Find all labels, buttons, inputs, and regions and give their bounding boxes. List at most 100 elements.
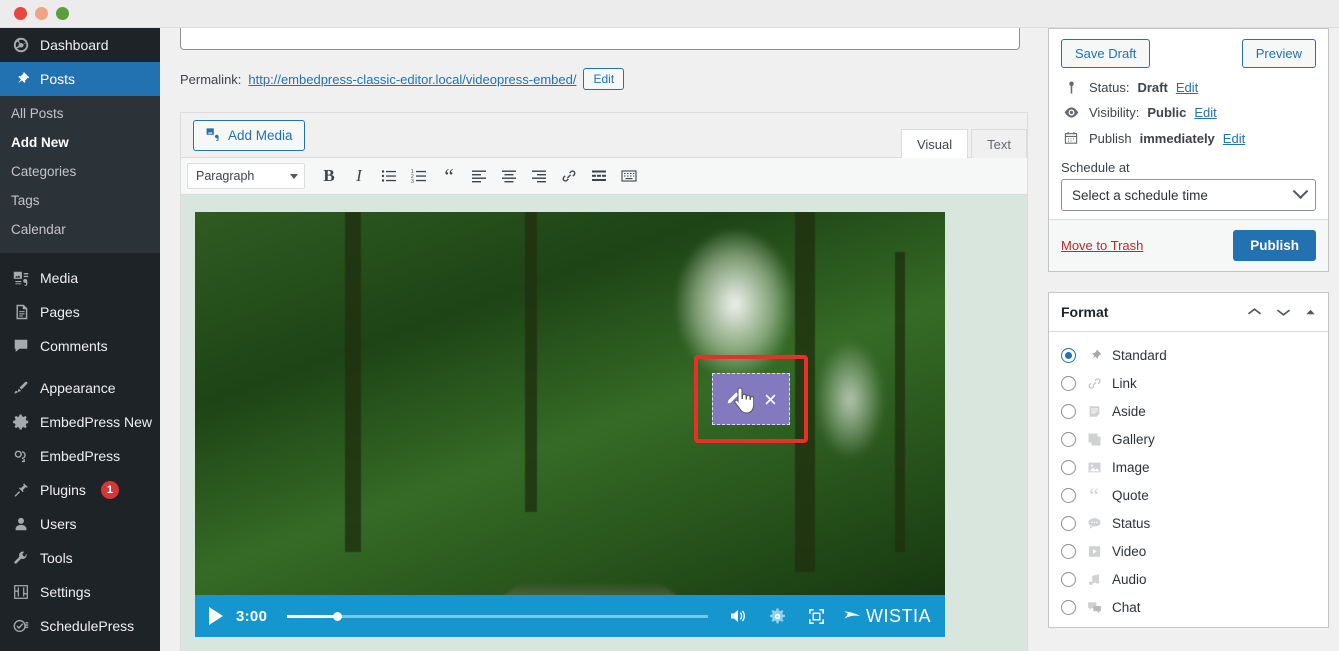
window-zoom-button[interactable] — [56, 7, 69, 20]
window-close-button[interactable] — [14, 7, 27, 20]
format-option-label: Audio — [1112, 571, 1147, 587]
tree-trunk — [895, 252, 905, 552]
publish-actions-row: Save Draft Preview — [1061, 39, 1316, 68]
format-metabox-header: Format — [1049, 293, 1328, 332]
sidebar-item-embedpress[interactable]: EmbedPress — [0, 439, 160, 473]
move-up-icon[interactable] — [1247, 307, 1262, 317]
schedule-time-select[interactable]: Select a schedule time — [1061, 179, 1316, 211]
format-radio[interactable] — [1061, 431, 1076, 447]
fullscreen-icon[interactable] — [803, 603, 829, 629]
toolbar-toggle-icon[interactable] — [615, 162, 643, 190]
calendar-icon — [1061, 130, 1081, 146]
sidebar-item-plugins[interactable]: Plugins 1 — [0, 473, 160, 507]
publish-edit-link[interactable]: Edit — [1223, 131, 1245, 146]
submenu-item-calendar[interactable]: Calendar — [0, 216, 160, 245]
format-option-video[interactable]: Video — [1061, 537, 1316, 565]
toggle-panel-icon[interactable] — [1305, 308, 1316, 316]
italic-icon[interactable]: I — [345, 162, 373, 190]
editor-content-area[interactable]: 3:00 WISTIA — [181, 195, 1027, 651]
link-icon[interactable] — [555, 162, 583, 190]
settings-icon — [11, 582, 31, 602]
format-option-link[interactable]: Link — [1061, 369, 1316, 397]
sidebar-item-tools[interactable]: Tools — [0, 541, 160, 575]
sidebar-item-embedpress-new[interactable]: EmbedPress New — [0, 405, 160, 439]
bulleted-list-icon[interactable] — [375, 162, 403, 190]
sidebar-item-appearance[interactable]: Appearance — [0, 371, 160, 405]
editor-toolbar: Paragraph B I 123 “ — [181, 157, 1027, 195]
sidebar-item-posts[interactable]: Posts — [0, 62, 160, 96]
submenu-item-all-posts[interactable]: All Posts — [0, 100, 160, 129]
sidebar-item-settings[interactable]: Settings — [0, 575, 160, 609]
window-minimize-button[interactable] — [35, 7, 48, 20]
wistia-logo[interactable]: WISTIA — [842, 606, 931, 627]
format-option-label: Link — [1112, 375, 1137, 391]
video-progress-slider[interactable] — [287, 611, 708, 621]
tab-text[interactable]: Text — [971, 129, 1027, 158]
save-draft-button[interactable]: Save Draft — [1061, 39, 1151, 68]
format-radio[interactable] — [1061, 459, 1076, 475]
publish-button[interactable]: Publish — [1233, 230, 1316, 261]
permalink-url-link[interactable]: http://embedpress-classic-editor.local/v… — [248, 72, 576, 87]
sidebar-item-media[interactable]: Media — [0, 261, 160, 295]
format-radio[interactable] — [1061, 515, 1076, 531]
submenu-item-add-new[interactable]: Add New — [0, 129, 160, 158]
close-x-icon[interactable] — [762, 391, 779, 408]
video-progress-handle[interactable] — [333, 611, 343, 621]
edit-pencil-icon[interactable] — [723, 390, 741, 408]
align-right-icon[interactable] — [525, 162, 553, 190]
format-option-gallery[interactable]: Gallery — [1061, 425, 1316, 453]
visibility-edit-link[interactable]: Edit — [1194, 105, 1216, 120]
format-radio[interactable] — [1061, 487, 1076, 503]
sidebar-item-users[interactable]: Users — [0, 507, 160, 541]
format-radio[interactable] — [1061, 375, 1076, 391]
format-radio[interactable] — [1061, 543, 1076, 559]
video-progress-fill — [287, 614, 338, 618]
status-edit-link[interactable]: Edit — [1176, 80, 1198, 95]
format-option-image[interactable]: Image — [1061, 453, 1316, 481]
add-media-icon — [205, 126, 221, 145]
image-icon — [1085, 460, 1103, 475]
add-media-button[interactable]: Add Media — [193, 119, 305, 151]
format-radio[interactable] — [1061, 571, 1076, 587]
settings-gear-icon[interactable] — [764, 603, 790, 629]
numbered-list-icon[interactable]: 123 — [405, 162, 433, 190]
volume-icon[interactable] — [725, 603, 751, 629]
visibility-row: Visibility: Public Edit — [1061, 104, 1316, 121]
format-radio[interactable] — [1061, 403, 1076, 419]
permalink-edit-button[interactable]: Edit — [583, 68, 625, 90]
sidebar-item-comments[interactable]: Comments — [0, 329, 160, 363]
format-option-quote[interactable]: “ Quote — [1061, 481, 1316, 509]
editor-main-column: Permalink: http://embedpress-classic-edi… — [160, 28, 1040, 651]
bold-icon[interactable]: B — [315, 162, 343, 190]
format-radio[interactable] — [1061, 599, 1076, 615]
format-option-label: Standard — [1112, 347, 1167, 363]
sidebar-item-pages[interactable]: Pages — [0, 295, 160, 329]
sidebar-item-schedulepress[interactable]: SchedulePress — [0, 609, 160, 643]
admin-sidebar: Dashboard Posts All Posts Add New Catego… — [0, 28, 160, 651]
align-center-icon[interactable] — [495, 162, 523, 190]
sidebar-item-label: Dashboard — [40, 37, 109, 53]
wistia-video-embed[interactable]: 3:00 WISTIA — [195, 212, 945, 637]
post-title-field[interactable] — [180, 28, 1020, 50]
format-option-aside[interactable]: Aside — [1061, 397, 1316, 425]
move-down-icon[interactable] — [1276, 307, 1291, 317]
format-option-standard[interactable]: Standard — [1061, 341, 1316, 369]
paragraph-format-select[interactable]: Paragraph — [187, 163, 305, 189]
embed-action-highlight — [694, 355, 808, 443]
move-to-trash-link[interactable]: Move to Trash — [1061, 238, 1143, 253]
format-option-audio[interactable]: Audio — [1061, 565, 1316, 593]
submenu-item-tags[interactable]: Tags — [0, 187, 160, 216]
format-option-status[interactable]: Status — [1061, 509, 1316, 537]
align-left-icon[interactable] — [465, 162, 493, 190]
format-option-chat[interactable]: Chat — [1061, 593, 1316, 621]
play-icon[interactable] — [209, 607, 223, 625]
format-radio[interactable] — [1061, 347, 1076, 363]
blockquote-icon[interactable]: “ — [435, 162, 463, 190]
preview-button[interactable]: Preview — [1241, 39, 1316, 68]
sidebar-item-dashboard[interactable]: Dashboard — [0, 28, 160, 62]
aside-icon — [1085, 404, 1103, 419]
format-metabox-title: Format — [1061, 304, 1109, 320]
submenu-item-categories[interactable]: Categories — [0, 158, 160, 187]
read-more-icon[interactable] — [585, 162, 613, 190]
tab-visual[interactable]: Visual — [900, 129, 969, 158]
